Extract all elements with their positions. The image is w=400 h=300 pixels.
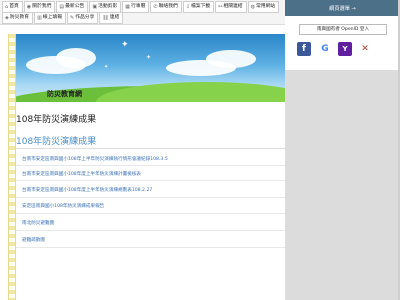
sidebar-menu-header[interactable]: 網頁選單 → (285, 0, 400, 16)
photo-icon: ▣ (92, 4, 98, 10)
nav-item[interactable]: ✎ 作品分享 (67, 12, 99, 24)
title-divider (16, 148, 285, 149)
sparkle-icon: ✦ (146, 54, 152, 61)
nav-item[interactable]: ▦ 行事曆 (122, 1, 150, 13)
hill-decoration (96, 82, 285, 102)
nav-item[interactable]: ▥ 線上填報 (34, 12, 66, 24)
cloud-decoration (56, 48, 96, 68)
sparkle-icon: ✦ (121, 40, 129, 50)
download-icon: ⇩ (185, 4, 190, 10)
phone-icon: ✆ (153, 4, 158, 10)
login-panel: 南興國有者 OpenID 登入 f G Y ✕ (285, 16, 400, 70)
sidebar: 網頁選單 → 南興國有者 OpenID 登入 f G Y ✕ (285, 0, 400, 300)
globe-icon: ◍ (250, 4, 255, 10)
news-icon: ▤ (59, 4, 65, 10)
form-icon: ▥ (37, 15, 42, 21)
list-divider (16, 213, 285, 214)
share-icon: ✎ (70, 15, 75, 21)
openid-login-button[interactable]: 南興國有者 OpenID 登入 (299, 24, 387, 35)
nav-item-label: 行事曆 (130, 4, 146, 9)
sidebar-menu-title: 網頁選單 → (329, 5, 356, 12)
document-link[interactable]: 台南市安定區南興國小108年度上半年防災演練計畫檢核表 (22, 171, 141, 177)
shield-icon: ◈ (5, 15, 9, 21)
document-link[interactable]: 台南市安定區南興國小108年上半年防災演練執行情形會議紀錄108.3.5 (22, 156, 168, 162)
list-divider (16, 247, 285, 248)
nav-item-label: 線上填報 (42, 15, 62, 20)
nav-item-label: 關於我們 (32, 4, 52, 9)
header-banner: ✦ ✦ ✦ 防災教育網 (16, 34, 285, 102)
nav-item-label: 防災教育 (9, 15, 30, 20)
nav-item-label: 活動剪影 (98, 4, 118, 9)
info-icon: ◉ (26, 4, 32, 10)
school-login-icon[interactable]: ✕ (358, 42, 372, 56)
nav-item-label: 聯絡我們 (158, 4, 178, 9)
nav-item[interactable]: ⚯ 相關連結 (215, 1, 247, 13)
nav-item[interactable]: ⇩ 檔案下載 (182, 1, 215, 13)
nav-item[interactable]: ◍ 常用網站 (247, 1, 280, 13)
banner-title: 防災教育網 (47, 90, 82, 98)
decorative-ruler-stripe (8, 34, 16, 300)
list-divider (16, 165, 285, 166)
document-link[interactable]: 台南市安定區南興國小108年度上半年防災演練規劃表108.2.27 (22, 187, 152, 193)
nav-item-label: 檔案下載 (191, 4, 211, 9)
top-nav-bar: ⌂ 首頁 ◉ 關於我們 ▤ 最新公告 ▣ 活動剪影 ▦ 行事曆 ✆ 聯絡我們 ⇩ 檔案下載 ⚯ 相關連結 ◍ 常用… (0, 0, 285, 25)
nav-item-label: 連結 (109, 15, 120, 20)
nav-item-label: 相關連結 (223, 4, 243, 9)
facebook-login-icon[interactable]: f (297, 42, 311, 56)
document-link[interactable]: 避難疏散圖 (22, 237, 45, 243)
calendar-icon: ▦ (125, 4, 130, 10)
nav-item-label: 最新公告 (65, 4, 85, 9)
cloud-decoration (206, 50, 256, 68)
list-divider (16, 230, 285, 231)
list-divider (16, 197, 285, 198)
list-divider (16, 180, 285, 181)
home-icon: ⌂ (5, 4, 9, 10)
nav-item[interactable]: ✆ 聯絡我們 (150, 1, 182, 13)
nav-item-label: 作品分享 (75, 15, 95, 20)
nav-row-1: ⌂ 首頁 ◉ 關於我們 ▤ 最新公告 ▣ 活動剪影 ▦ 行事曆 ✆ 聯絡我們 ⇩ 檔案下載 ⚯ 相關連結 ◍ 常用… (2, 1, 280, 13)
chain-icon: ⛓ (102, 15, 109, 21)
section-title[interactable]: 108年防災演練成果 (16, 134, 96, 147)
nav-item[interactable]: ◈ 防災教育 (2, 12, 34, 24)
nav-item-label: 常用網站 (255, 4, 276, 9)
google-login-icon[interactable]: G (318, 42, 332, 56)
nav-row-2: ◈ 防災教育 ▥ 線上填報 ✎ 作品分享 ⛓ 連結 (2, 12, 124, 24)
yahoo-login-icon[interactable]: Y (338, 42, 352, 56)
nav-item[interactable]: ⛓ 連結 (99, 12, 124, 24)
document-link[interactable]: 南北防災避難圖 (22, 220, 54, 226)
document-link[interactable]: 安定區南興國小108年防災演練成果報告 (22, 203, 104, 209)
nav-item-label: 首頁 (9, 4, 19, 9)
page: ⌂ 首頁 ◉ 關於我們 ▤ 最新公告 ▣ 活動剪影 ▦ 行事曆 ✆ 聯絡我們 ⇩ 檔案下載 ⚯ 相關連結 ◍ 常用… (0, 0, 400, 300)
sparkle-icon: ✦ (104, 64, 109, 70)
page-title: 108年防災演練成果 (16, 115, 97, 125)
link-icon: ⚯ (218, 4, 223, 10)
